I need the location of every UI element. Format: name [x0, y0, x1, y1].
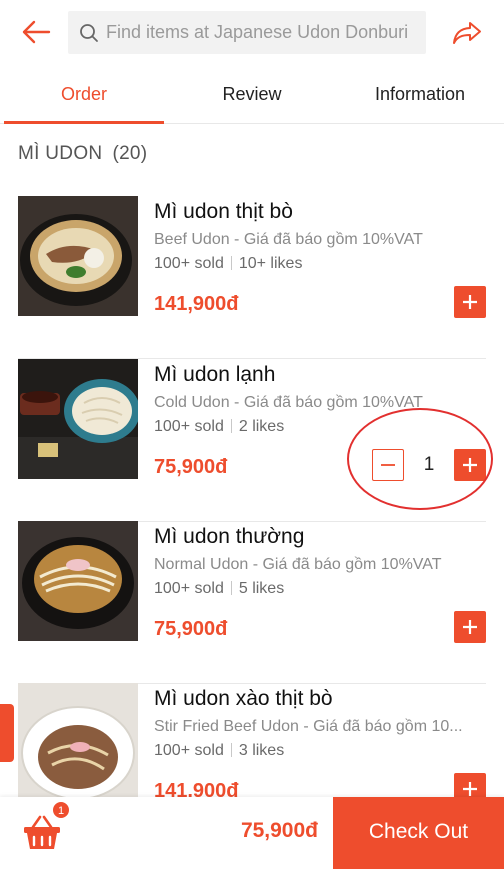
item-photo [18, 196, 138, 316]
item-description: Normal Udon - Giá đã báo gồm 10%VAT [154, 556, 442, 573]
likes-count: 10+ likes [238, 255, 303, 272]
search-icon [78, 22, 100, 44]
sold-count: 100+ sold [154, 418, 224, 435]
item-photo [18, 521, 138, 641]
item-name: Mì udon xào thịt bò [154, 687, 333, 710]
menu-item[interactable]: Mì udon thịt bò Beef Udon - Giá đã báo g… [0, 196, 504, 359]
item-description: Stir Fried Beef Udon - Giá đã báo gồm 10… [154, 718, 463, 735]
side-drawer-handle[interactable] [0, 704, 14, 762]
quantity-value: 1 [423, 454, 435, 475]
item-stats: 100+ sold 5 likes [154, 580, 284, 598]
plus-icon [463, 620, 477, 634]
decrease-quantity-button[interactable] [372, 449, 404, 481]
item-description: Cold Udon - Giá đã báo gồm 10%VAT [154, 394, 423, 411]
search-bar[interactable] [68, 11, 426, 54]
plus-icon [463, 458, 477, 472]
share-arrow-icon [453, 22, 481, 44]
tab-information[interactable]: Information [336, 66, 504, 123]
item-name: Mì udon thường [154, 525, 305, 548]
stat-divider [230, 256, 232, 270]
sold-count: 100+ sold [154, 742, 224, 759]
likes-count: 3 likes [238, 742, 285, 759]
increase-quantity-button[interactable] [454, 449, 486, 481]
item-photo [18, 359, 138, 479]
item-photo [18, 683, 138, 803]
plus-icon [463, 782, 477, 796]
item-description: Beef Udon - Giá đã báo gồm 10%VAT [154, 231, 423, 248]
menu-item[interactable]: Mì udon lạnh Cold Udon - Giá đã báo gồm … [0, 359, 504, 522]
minus-icon [381, 464, 395, 466]
checkout-button[interactable]: Check Out [333, 797, 504, 869]
quantity-stepper[interactable]: 1 [372, 449, 486, 481]
item-stats: 100+ sold 2 likes [154, 418, 284, 436]
tab-bar: Order Review Information [0, 66, 504, 124]
sold-count: 100+ sold [154, 580, 224, 597]
cart-count-badge: 1 [52, 801, 70, 819]
item-price: 75,900đ [154, 456, 228, 478]
sold-count: 100+ sold [154, 255, 224, 272]
add-to-cart-button[interactable] [454, 286, 486, 318]
tab-review[interactable]: Review [168, 66, 336, 123]
item-name: Mì udon lạnh [154, 363, 276, 386]
stat-divider [230, 581, 232, 595]
top-bar [0, 0, 504, 66]
item-price: 141,900đ [154, 293, 239, 315]
item-name: Mì udon thịt bò [154, 200, 293, 223]
stat-divider [230, 419, 232, 433]
menu-item[interactable]: Mì udon thường Normal Udon - Giá đã báo … [0, 521, 504, 684]
section-title: MÌ UDON (20) [18, 143, 157, 165]
bottom-bar: 1 75,900đ Check Out [0, 797, 504, 869]
item-stats: 100+ sold 10+ likes [154, 255, 302, 273]
add-to-cart-button[interactable] [454, 611, 486, 643]
share-button[interactable] [448, 14, 486, 52]
cart-total: 75,900đ [240, 819, 318, 842]
section-name: MÌ UDON [18, 143, 103, 164]
stat-divider [230, 743, 232, 757]
likes-count: 2 likes [238, 418, 285, 435]
plus-icon [463, 295, 477, 309]
item-price: 75,900đ [154, 618, 228, 640]
section-count: (20) [112, 143, 148, 164]
tab-order[interactable]: Order [0, 66, 168, 124]
item-stats: 100+ sold 3 likes [154, 742, 284, 760]
back-button[interactable] [18, 14, 54, 50]
likes-count: 5 likes [238, 580, 285, 597]
arrow-left-icon [22, 20, 51, 44]
search-input[interactable] [106, 22, 416, 43]
